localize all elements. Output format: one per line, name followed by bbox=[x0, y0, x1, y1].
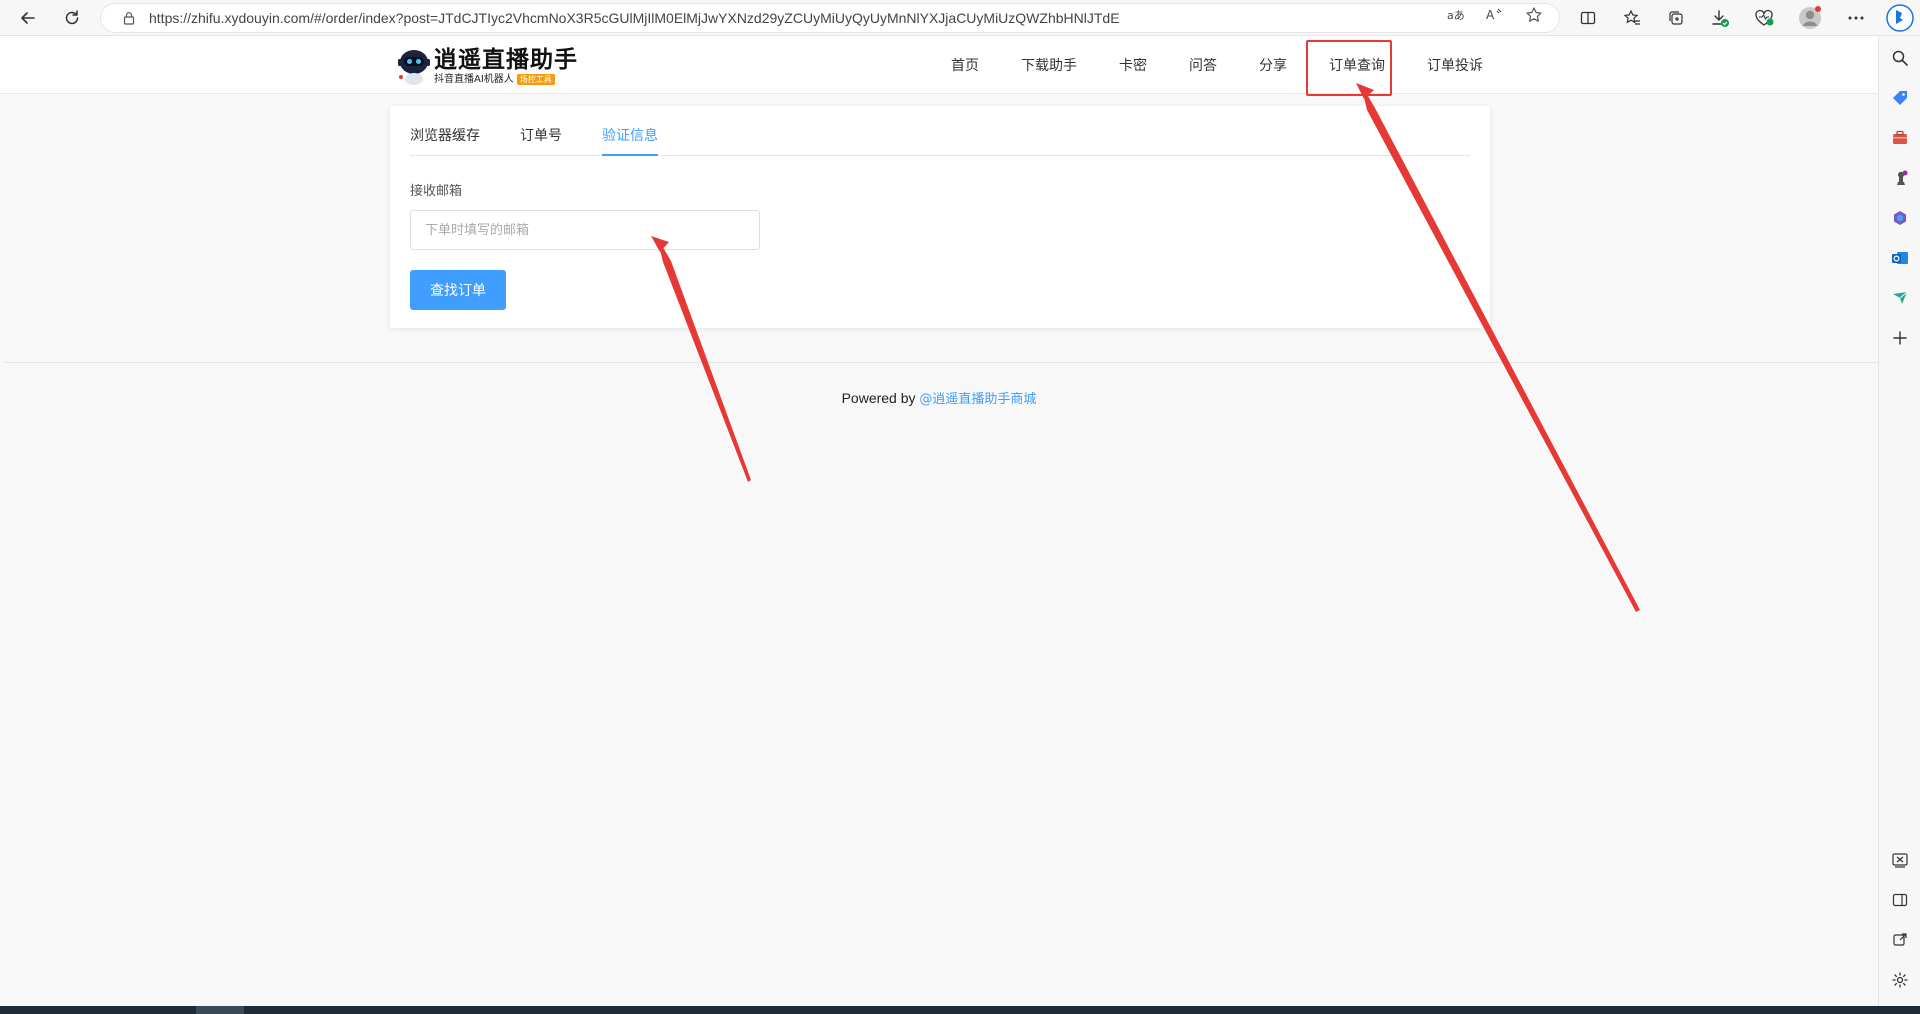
top-nav: 首页 下载助手 卡密 问答 分享 订单查询 订单投诉 bbox=[930, 36, 1504, 94]
bing-copilot-icon[interactable] bbox=[1884, 2, 1916, 34]
screenshot-icon[interactable] bbox=[1888, 848, 1912, 872]
split-screen-icon[interactable] bbox=[1574, 4, 1602, 32]
tab-browser-cache[interactable]: 浏览器缓存 bbox=[410, 125, 480, 155]
add-icon[interactable] bbox=[1888, 326, 1912, 350]
nav-share[interactable]: 分享 bbox=[1259, 55, 1287, 75]
taskbar bbox=[0, 1006, 1920, 1014]
logo-title: 逍遥直播助手 bbox=[434, 46, 578, 73]
url-text[interactable]: https://zhifu.xydouyin.com/#/order/index… bbox=[149, 10, 1399, 26]
refresh-icon[interactable] bbox=[58, 4, 86, 32]
microsoft365-icon[interactable] bbox=[1888, 206, 1912, 230]
favorite-star-icon[interactable] bbox=[1522, 3, 1546, 27]
logo-subtitle: 抖音直播AI机器人 bbox=[434, 73, 514, 85]
footer-divider bbox=[4, 362, 1878, 363]
browser-toolbar: https://zhifu.xydouyin.com/#/order/index… bbox=[0, 0, 1920, 36]
nav-card-key[interactable]: 卡密 bbox=[1119, 55, 1147, 75]
shopping-tag-icon[interactable] bbox=[1888, 86, 1912, 110]
site-logo[interactable]: 逍遥直播助手 抖音直播AI机器人 场控工具 bbox=[398, 44, 578, 88]
taskbar-active-app[interactable] bbox=[196, 1006, 244, 1014]
address-bar[interactable]: https://zhifu.xydouyin.com/#/order/index… bbox=[100, 3, 1560, 33]
find-order-button[interactable]: 查找订单 bbox=[410, 270, 506, 310]
sidebar-toggle-icon[interactable] bbox=[1888, 888, 1912, 912]
outlook-icon[interactable] bbox=[1888, 246, 1912, 270]
collections-icon[interactable] bbox=[1662, 4, 1690, 32]
external-link-icon[interactable] bbox=[1888, 928, 1912, 952]
logo-badge: 场控工具 bbox=[516, 73, 555, 85]
order-query-card: 浏览器缓存 订单号 验证信息 接收邮箱 查找订单 bbox=[390, 106, 1490, 328]
robot-logo-icon bbox=[398, 46, 430, 86]
order-query-highlight-box bbox=[1306, 40, 1392, 96]
nav-home[interactable]: 首页 bbox=[951, 55, 979, 75]
nav-download[interactable]: 下载助手 bbox=[1021, 55, 1077, 75]
nav-order-complaint[interactable]: 订单投诉 bbox=[1427, 55, 1483, 75]
query-tabs: 浏览器缓存 订单号 验证信息 bbox=[410, 106, 1470, 156]
shop-link[interactable]: @逍遥直播助手商城 bbox=[919, 392, 1036, 407]
edge-sidebar bbox=[1878, 36, 1920, 1006]
downloads-icon[interactable] bbox=[1706, 4, 1734, 32]
tab-order-number[interactable]: 订单号 bbox=[520, 125, 562, 155]
read-aloud-icon[interactable]: A bbox=[1482, 3, 1506, 27]
email-label: 接收邮箱 bbox=[410, 184, 463, 199]
email-input[interactable] bbox=[410, 210, 760, 250]
svg-text:A: A bbox=[1486, 8, 1495, 22]
send-icon[interactable] bbox=[1888, 286, 1912, 310]
web-page: 逍遥直播助手 抖音直播AI机器人 场控工具 首页 下载助手 卡密 问答 分享 订… bbox=[0, 36, 1878, 1006]
profile-icon[interactable] bbox=[1796, 4, 1824, 32]
search-icon[interactable] bbox=[1888, 46, 1912, 70]
health-icon[interactable] bbox=[1750, 4, 1778, 32]
powered-by-text: Powered by bbox=[841, 390, 916, 406]
back-icon[interactable] bbox=[14, 4, 42, 32]
tab-verification-info[interactable]: 验证信息 bbox=[602, 125, 658, 156]
lock-icon[interactable] bbox=[117, 6, 141, 30]
more-icon[interactable] bbox=[1842, 4, 1870, 32]
svg-text:aあ: aあ bbox=[1447, 9, 1465, 22]
footer: Powered by @逍遥直播助手商城 bbox=[0, 388, 1878, 407]
nav-faq[interactable]: 问答 bbox=[1189, 55, 1217, 75]
tools-briefcase-icon[interactable] bbox=[1888, 126, 1912, 150]
site-header: 逍遥直播助手 抖音直播AI机器人 场控工具 首页 下载助手 卡密 问答 分享 订… bbox=[0, 36, 1878, 96]
translate-icon[interactable]: aあ bbox=[1444, 3, 1468, 27]
favorites-icon[interactable] bbox=[1618, 4, 1646, 32]
games-chess-icon[interactable] bbox=[1888, 166, 1912, 190]
settings-icon[interactable] bbox=[1888, 968, 1912, 992]
